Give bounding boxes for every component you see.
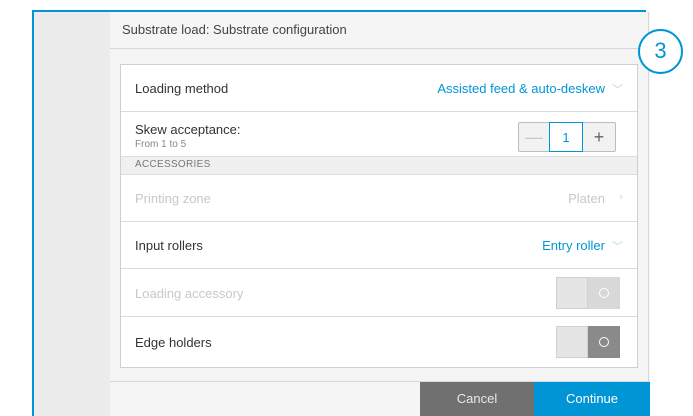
cancel-button[interactable]: Cancel xyxy=(420,382,534,416)
chevron-down-icon: ﹀ xyxy=(612,84,623,96)
edge-holders-toggle[interactable] xyxy=(556,326,620,358)
input-rollers-label: Input rollers xyxy=(135,238,203,253)
loading-accessory-label: Loading accessory xyxy=(135,286,244,301)
printing-zone-label: Printing zone xyxy=(135,191,211,206)
skew-range-label: From 1 to 5 xyxy=(135,139,187,150)
edge-holders-label: Edge holders xyxy=(135,335,212,350)
toggle-knob xyxy=(588,326,620,358)
skew-stepper: — 1 + xyxy=(518,122,616,152)
printing-zone-row: Printing zone Platen › xyxy=(121,175,637,222)
skew-value-input[interactable]: 1 xyxy=(549,122,583,152)
title-divider xyxy=(110,48,648,49)
accessories-section-header: ACCESSORIES xyxy=(121,157,637,175)
loading-accessory-row: Loading accessory xyxy=(121,269,637,317)
toggle-track xyxy=(556,326,588,358)
section-label: ACCESSORIES xyxy=(135,159,211,170)
settings-panel: Loading method Assisted feed & auto-desk… xyxy=(120,64,638,368)
loading-method-value[interactable]: Assisted feed & auto-deskew xyxy=(437,81,605,96)
continue-button[interactable]: Continue xyxy=(534,382,650,416)
step-number-badge: 3 xyxy=(638,29,683,74)
increment-button[interactable]: + xyxy=(583,123,615,151)
skew-acceptance-label: Skew acceptance: xyxy=(135,122,241,137)
input-rollers-value[interactable]: Entry roller xyxy=(542,238,605,253)
skew-acceptance-row: Skew acceptance: From 1 to 5 — 1 + xyxy=(121,112,637,157)
chevron-down-icon: ﹀ xyxy=(612,241,623,253)
substrate-config-dialog: Substrate load: Substrate configuration … xyxy=(110,12,650,416)
edge-holders-row: Edge holders xyxy=(121,317,637,367)
printing-zone-value: Platen xyxy=(568,191,605,206)
toggle-track xyxy=(556,277,588,309)
chevron-right-icon: › xyxy=(619,191,623,203)
dialog-title: Substrate load: Substrate configuration xyxy=(122,22,347,37)
loading-method-label: Loading method xyxy=(135,81,229,96)
circle-icon xyxy=(599,288,609,298)
loading-accessory-toggle xyxy=(556,277,620,309)
input-rollers-row[interactable]: Input rollers Entry roller ﹀ xyxy=(121,222,637,269)
decrement-button[interactable]: — xyxy=(519,123,549,151)
loading-method-row[interactable]: Loading method Assisted feed & auto-desk… xyxy=(121,65,637,112)
toggle-knob xyxy=(588,277,620,309)
circle-icon xyxy=(599,337,609,347)
